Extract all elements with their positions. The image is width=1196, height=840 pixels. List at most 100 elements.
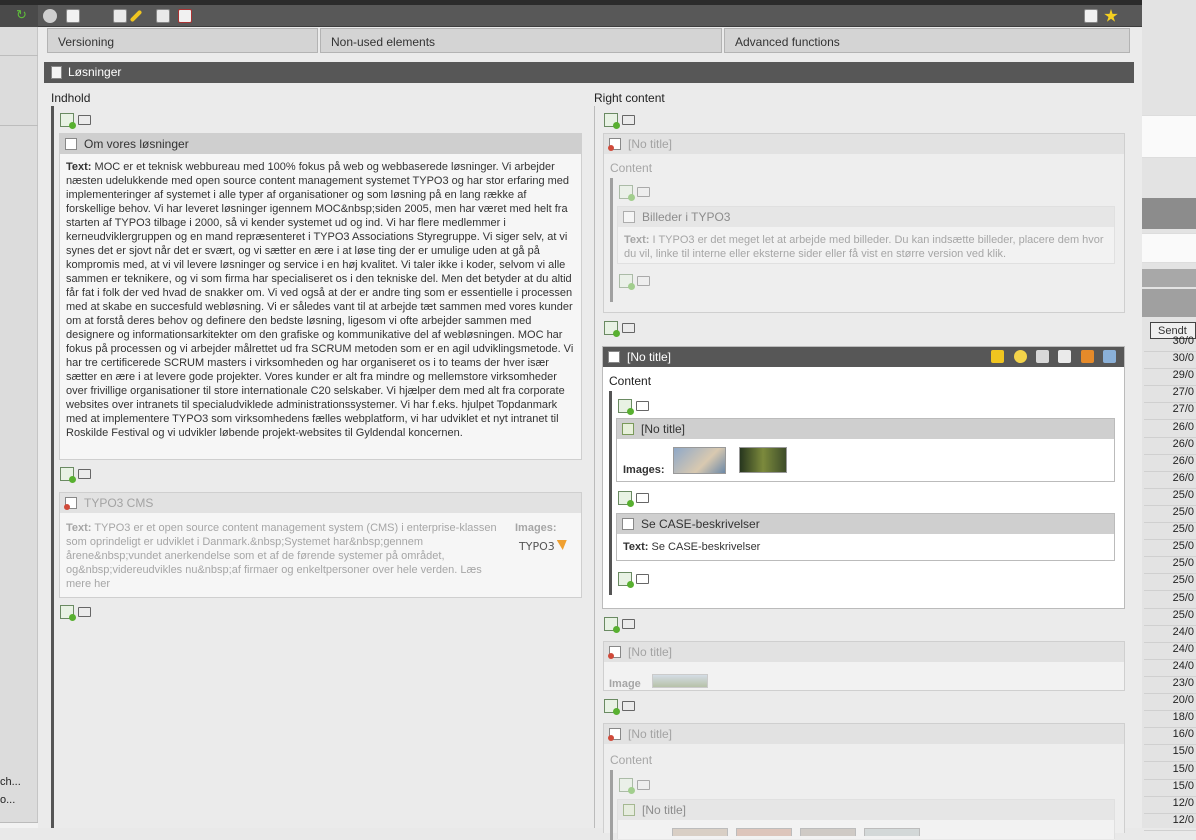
list-row-date[interactable]: 15/0 — [1144, 763, 1196, 780]
list-row-date[interactable]: 12/0 — [1144, 797, 1196, 814]
list-row-date[interactable]: 25/0 — [1144, 540, 1196, 558]
image-element[interactable]: [No title] Images: — [616, 418, 1115, 482]
new-content-icon[interactable] — [619, 778, 635, 794]
move-icon[interactable] — [1035, 350, 1049, 363]
content-element[interactable]: Om vores løsninger Text: MOC er et tekni… — [59, 133, 582, 460]
new-record-icon[interactable] — [156, 9, 170, 23]
list-row-date[interactable]: 26/0 — [1144, 472, 1196, 489]
nested-image-element[interactable]: [No title] — [617, 799, 1115, 839]
list-row-date[interactable]: 15/0 — [1144, 780, 1196, 797]
list-row-date[interactable]: 16/0 — [1144, 728, 1196, 746]
paste-folder-icon[interactable] — [637, 780, 650, 790]
container-element-hidden[interactable]: [No title] Content Billeder i TYPO3 Text… — [603, 133, 1125, 313]
content-element-header: [No title] — [604, 134, 1124, 154]
list-row-date[interactable]: 25/0 — [1144, 609, 1196, 626]
hide-toggle-bulb-icon[interactable] — [1013, 350, 1027, 363]
list-row-date[interactable]: 26/0 — [1144, 455, 1196, 472]
paste-folder-icon[interactable] — [622, 115, 635, 125]
list-row-date[interactable]: 30/0 — [1144, 352, 1196, 370]
new-content-icon[interactable] — [618, 491, 634, 507]
new-content-icon[interactable] — [60, 467, 76, 483]
paste-folder-icon[interactable] — [636, 574, 649, 584]
paste-folder-icon[interactable] — [637, 276, 650, 286]
image-thumbnail[interactable] — [672, 828, 728, 836]
content-element-body: Text: I TYPO3 er det meget let at arbejd… — [624, 233, 1110, 261]
list-row-date[interactable]: 26/0 — [1144, 421, 1196, 438]
list-row-date[interactable]: 15/0 — [1144, 745, 1196, 763]
link-icon[interactable] — [1103, 350, 1116, 363]
list-row-date[interactable]: 29/0 — [1144, 369, 1196, 387]
paste-folder-icon[interactable] — [622, 619, 635, 629]
list-row-date[interactable]: 18/0 — [1144, 711, 1196, 729]
content-element-hidden[interactable]: TYPO3 CMS Text: TYPO3 er et open source … — [59, 492, 582, 598]
nav-item[interactable]: o... — [0, 794, 15, 806]
nested-content-element[interactable]: Billeder i TYPO3 Text: I TYPO3 er det me… — [617, 206, 1115, 264]
image-thumbnail[interactable] — [736, 828, 792, 836]
container-element[interactable]: [No title] Content [No title] Images: Se… — [602, 346, 1125, 609]
list-row-date[interactable]: 27/0 — [1144, 386, 1196, 404]
list-row-date[interactable]: 25/0 — [1144, 574, 1196, 592]
paste-folder-icon[interactable] — [78, 607, 91, 617]
background-header-bar — [1142, 198, 1196, 229]
tab-advanced-functions[interactable]: Advanced functions — [724, 28, 1130, 53]
new-content-icon[interactable] — [604, 321, 620, 337]
list-row-date[interactable]: 23/0 — [1144, 677, 1196, 694]
list-row-date[interactable]: 20/0 — [1144, 694, 1196, 712]
tab-versioning[interactable]: Versioning — [47, 28, 318, 53]
list-row-date[interactable]: 27/0 — [1144, 403, 1196, 421]
paste-folder-icon[interactable] — [78, 469, 91, 479]
view-page-icon[interactable] — [113, 9, 127, 23]
info-icon[interactable] — [43, 9, 57, 23]
new-content-icon[interactable] — [618, 399, 634, 415]
list-row-date[interactable]: 24/0 — [1144, 626, 1196, 643]
list-row-date[interactable]: 30/0 — [1144, 335, 1196, 352]
list-row-date[interactable]: 25/0 — [1144, 557, 1196, 575]
cut-icon[interactable] — [1080, 350, 1094, 363]
new-content-icon[interactable] — [604, 113, 620, 129]
insert-controls — [618, 491, 658, 507]
list-row-date[interactable]: 25/0 — [1144, 489, 1196, 506]
new-content-icon[interactable] — [618, 572, 634, 588]
content-element-title: [No title] — [627, 350, 672, 364]
new-content-icon[interactable] — [604, 699, 620, 715]
edit-pencil-icon[interactable] — [129, 9, 143, 23]
bookmark-star-icon[interactable] — [1104, 9, 1118, 22]
image-element-hidden[interactable]: [No title] Image — [603, 641, 1125, 691]
nav-item[interactable]: ch... — [0, 776, 21, 788]
paste-folder-icon[interactable] — [637, 187, 650, 197]
refresh-icon[interactable]: ↻ — [16, 8, 30, 22]
list-row-date[interactable]: 25/0 — [1144, 506, 1196, 523]
new-content-icon[interactable] — [619, 185, 635, 201]
image-thumbnail[interactable] — [739, 447, 787, 473]
edit-pencil-icon[interactable] — [991, 350, 1005, 363]
paste-folder-icon[interactable] — [78, 115, 91, 125]
new-content-icon[interactable] — [60, 113, 76, 129]
image-thumbnail[interactable] — [652, 674, 708, 688]
paste-folder-icon[interactable] — [622, 701, 635, 711]
new-page-icon[interactable] — [66, 9, 80, 23]
content-element-title: [No title] — [628, 645, 673, 659]
list-row-date[interactable]: 25/0 — [1144, 592, 1196, 609]
list-view-icon[interactable] — [1084, 9, 1098, 23]
paste-folder-icon[interactable] — [636, 493, 649, 503]
list-row-date[interactable]: 24/0 — [1144, 643, 1196, 660]
page-properties-icon[interactable] — [178, 9, 192, 23]
content-element-body: Text: Se CASE-beskrivelser — [623, 540, 760, 554]
list-row-date[interactable]: 26/0 — [1144, 438, 1196, 455]
paste-folder-icon[interactable] — [636, 401, 649, 411]
copy-icon[interactable] — [1058, 350, 1072, 363]
tab-bar: Versioning Non-used elements Advanced fu… — [47, 28, 1130, 53]
new-content-icon[interactable] — [604, 617, 620, 633]
image-thumbnail[interactable] — [864, 828, 920, 836]
container-element-hidden[interactable]: [No title] Content [No title] — [603, 723, 1125, 840]
image-thumbnail[interactable] — [673, 447, 726, 474]
text-element[interactable]: Se CASE-beskrivelser Text: Se CASE-beskr… — [616, 513, 1115, 561]
list-row-date[interactable]: 24/0 — [1144, 660, 1196, 677]
image-thumbnail[interactable] — [800, 828, 856, 836]
tab-non-used-elements[interactable]: Non-used elements — [320, 28, 722, 53]
paste-folder-icon[interactable] — [622, 323, 635, 333]
new-content-icon[interactable] — [60, 605, 76, 621]
list-row-date[interactable]: 12/0 — [1144, 814, 1196, 831]
new-content-icon[interactable] — [619, 274, 635, 290]
list-row-date[interactable]: 25/0 — [1144, 523, 1196, 541]
